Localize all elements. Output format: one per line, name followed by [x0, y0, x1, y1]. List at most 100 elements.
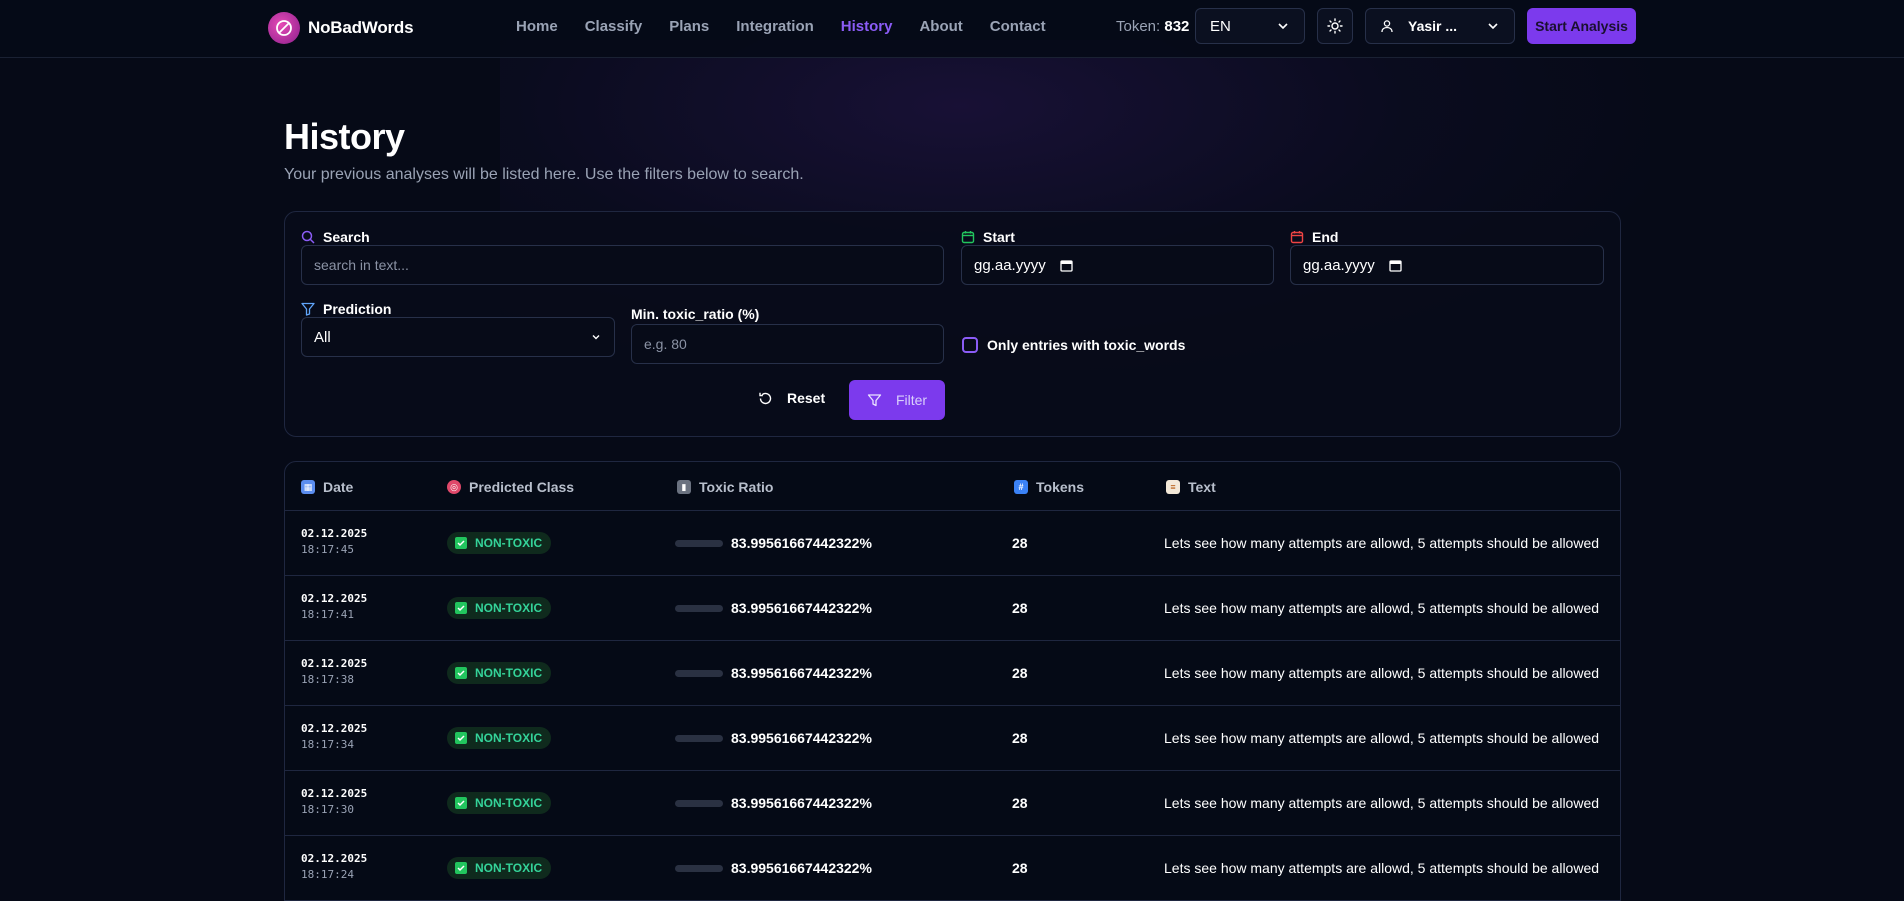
column-tokens[interactable]: # Tokens [1014, 479, 1084, 495]
calendar-icon[interactable] [1060, 259, 1073, 272]
end-date-input[interactable]: gg.aa.yyyy [1290, 245, 1604, 285]
end-date-label: End [1290, 229, 1338, 245]
brand-name: NoBadWords [308, 18, 414, 37]
date-cell: 02.12.2025 18:17:45 [301, 527, 367, 556]
column-tokens-label: Tokens [1036, 479, 1084, 495]
theme-toggle-button[interactable] [1317, 8, 1353, 44]
reset-icon [759, 392, 772, 404]
nav-link-home[interactable]: Home [516, 18, 558, 35]
table-row[interactable]: 02.12.2025 18:17:45 NON-TOXIC 83.9956166… [285, 511, 1620, 576]
table-row[interactable]: 02.12.2025 18:17:38 NON-TOXIC 83.9956166… [285, 641, 1620, 706]
nav-link-about[interactable]: About [919, 18, 962, 35]
ratio-value: 83.99561667442322% [731, 860, 872, 876]
text-value: Lets see how many attempts are allowd, 5… [1164, 535, 1600, 551]
tokens-value: 28 [1012, 795, 1028, 811]
tokens-value: 28 [1012, 600, 1028, 616]
date-value: 02.12.2025 [301, 592, 368, 605]
tokens-value: 28 [1012, 535, 1028, 551]
start-date-input[interactable]: gg.aa.yyyy [961, 245, 1274, 285]
page-subtitle: Your previous analyses will be listed he… [284, 166, 804, 183]
user-name: Yasir ... [1408, 18, 1458, 34]
brand[interactable]: NoBadWords [268, 12, 414, 44]
sun-icon [1327, 18, 1343, 34]
text-value: Lets see how many attempts are allowd, 5… [1164, 795, 1600, 811]
prediction-value: All [314, 328, 331, 346]
tokens-value: 28 [1012, 730, 1028, 746]
ratio-bar [675, 799, 723, 807]
date-value: 02.12.2025 [301, 722, 368, 735]
filter-button[interactable]: Filter [849, 380, 945, 420]
class-label: NON-TOXIC [475, 861, 543, 875]
prediction-select[interactable]: All [301, 317, 615, 357]
check-icon [455, 667, 467, 679]
page-title: History [284, 116, 405, 157]
search-label-text: Search [323, 229, 370, 245]
user-icon [1381, 20, 1393, 33]
nav-link-classify[interactable]: Classify [585, 18, 643, 35]
calendar-icon[interactable] [1389, 259, 1402, 272]
table-row[interactable]: 02.12.2025 18:17:34 NON-TOXIC 83.9956166… [285, 706, 1620, 771]
date-cell: 02.12.2025 18:17:24 [301, 852, 367, 881]
ratio-value: 83.99561667442322% [731, 730, 872, 746]
class-cell: NON-TOXIC [447, 532, 552, 554]
language-value: EN [1210, 17, 1231, 35]
calendar-icon: ▦ [301, 480, 315, 494]
start-date-value: gg.aa.yyyy [974, 256, 1046, 274]
calendar-icon [961, 231, 975, 244]
check-icon [455, 537, 467, 549]
filter-panel: Search Start gg.aa.yyyy End gg.aa.yyyy P… [284, 211, 1621, 437]
time-value: 18:17:24 [301, 868, 354, 881]
check-icon [455, 797, 467, 809]
prediction-label-text: Prediction [323, 301, 392, 317]
search-label: Search [301, 229, 370, 245]
min-ratio-label: Min. toxic_ratio (%) [631, 306, 759, 322]
only-toxic-words-label: Only entries with toxic_words [987, 337, 1186, 353]
user-menu-button[interactable]: Yasir ... [1365, 8, 1515, 44]
search-icon [301, 230, 315, 244]
language-select[interactable]: EN [1195, 8, 1305, 44]
chevron-down-icon [592, 335, 600, 340]
checkbox-square[interactable] [962, 337, 978, 353]
nav-link-integration[interactable]: Integration [736, 18, 814, 35]
status-badge: NON-TOXIC [447, 662, 552, 684]
reset-button[interactable]: Reset [758, 390, 825, 406]
search-input[interactable] [301, 245, 944, 285]
table-row[interactable]: 02.12.2025 18:17:30 NON-TOXIC 83.9956166… [285, 771, 1620, 836]
column-date-label: Date [323, 479, 354, 495]
column-toxic-ratio-label: Toxic Ratio [699, 479, 774, 495]
class-cell: NON-TOXIC [447, 792, 552, 814]
column-date[interactable]: ▦ Date [301, 479, 353, 495]
logo-icon [268, 12, 300, 44]
target-icon: ◎ [447, 480, 461, 494]
date-value: 02.12.2025 [301, 657, 368, 670]
filter-icon [301, 302, 315, 316]
time-value: 18:17:45 [301, 543, 354, 556]
nav-link-plans[interactable]: Plans [669, 18, 709, 35]
only-toxic-words-checkbox[interactable]: Only entries with toxic_words [962, 337, 1185, 353]
column-text[interactable]: ≡ Text [1166, 479, 1216, 495]
numbers-icon: # [1014, 480, 1028, 494]
table-row[interactable]: 02.12.2025 18:17:41 NON-TOXIC 83.9956166… [285, 576, 1620, 641]
date-cell: 02.12.2025 18:17:34 [301, 722, 367, 751]
class-cell: NON-TOXIC [447, 662, 552, 684]
document-icon: ≡ [1166, 480, 1180, 494]
status-badge: NON-TOXIC [447, 792, 552, 814]
time-value: 18:17:38 [301, 673, 354, 686]
ratio-cell: 83.99561667442322% [675, 535, 872, 551]
class-label: NON-TOXIC [475, 731, 543, 745]
ratio-bar [675, 604, 723, 612]
nav-link-history[interactable]: History [841, 18, 893, 35]
ratio-cell: 83.99561667442322% [675, 665, 872, 681]
table-row[interactable]: 02.12.2025 18:17:24 NON-TOXIC 83.9956166… [285, 836, 1620, 901]
ratio-cell: 83.99561667442322% [675, 600, 872, 616]
start-date-label: Start [961, 229, 1015, 245]
filter-label: Filter [895, 392, 928, 408]
start-analysis-button[interactable]: Start Analysis [1527, 8, 1636, 44]
column-predicted-class[interactable]: ◎ Predicted Class [447, 479, 574, 495]
nav-link-contact[interactable]: Contact [990, 18, 1046, 35]
date-cell: 02.12.2025 18:17:38 [301, 657, 367, 686]
start-date-label-text: Start [983, 229, 1015, 245]
ratio-bar [675, 669, 723, 677]
min-ratio-input[interactable] [631, 324, 944, 364]
column-toxic-ratio[interactable]: ▮ Toxic Ratio [677, 479, 773, 495]
